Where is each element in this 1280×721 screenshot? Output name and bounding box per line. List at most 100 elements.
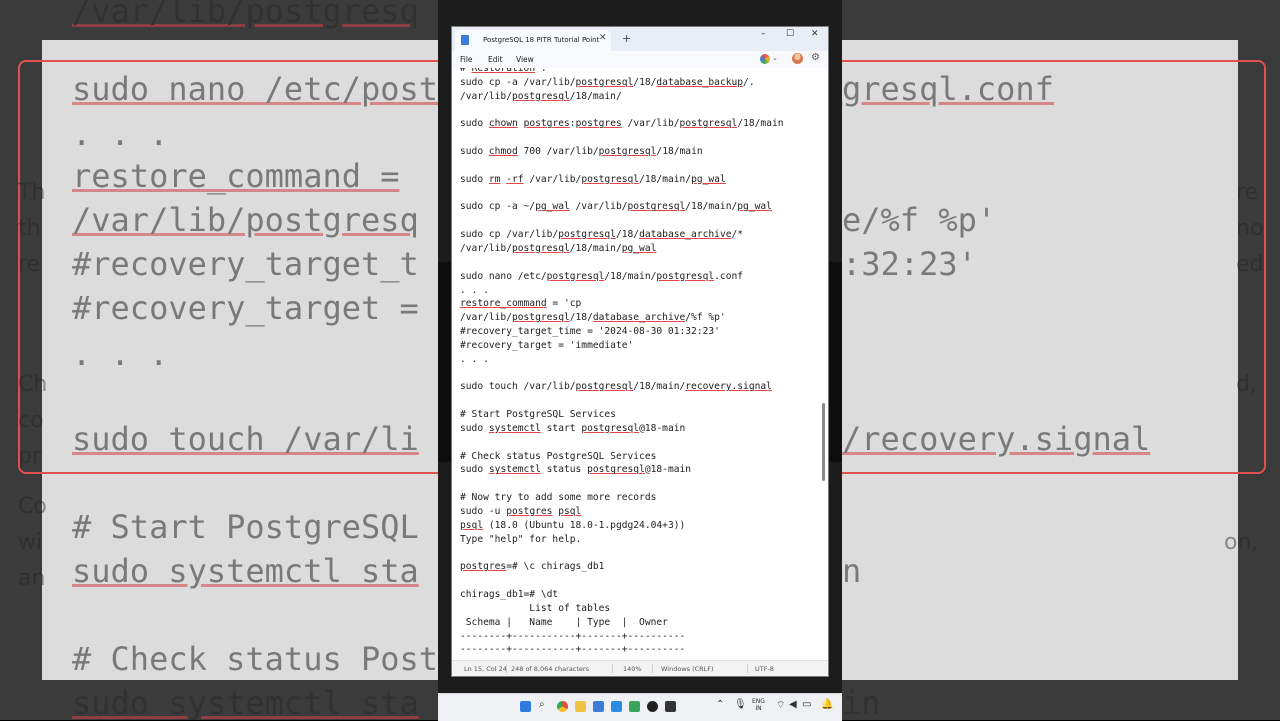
editor-line[interactable]: ​	[460, 256, 784, 270]
bg-code-line: sudo touch /var/li	[72, 420, 419, 458]
bg-code-line: #recovery_target =	[72, 289, 419, 327]
volume-icon[interactable]: ◀	[789, 699, 797, 710]
editor-line[interactable]: ​	[460, 214, 784, 228]
file-explorer-icon[interactable]	[575, 701, 586, 712]
editor-line[interactable]: /var/lib/postgresql/18/main/	[460, 90, 784, 104]
editor-line[interactable]: sudo -u postgres psql	[460, 505, 784, 519]
chrome-icon[interactable]	[557, 701, 568, 712]
editor-line[interactable]: . . .	[460, 353, 784, 367]
minimize-icon[interactable]: –	[761, 29, 766, 39]
bg-text-fragment: on,	[1224, 530, 1259, 555]
menu-view[interactable]: View	[516, 55, 534, 64]
menu-file[interactable]: File	[460, 55, 473, 64]
editor-line[interactable]: ​	[460, 477, 784, 491]
bg-code-fragment: e/%f %p'	[842, 201, 997, 239]
editor-line[interactable]: Schema | Name | Type | Owner	[460, 616, 784, 630]
new-tab-icon[interactable]: +	[622, 32, 631, 45]
start-button-icon[interactable]	[520, 701, 531, 712]
terminal-icon[interactable]	[665, 701, 676, 712]
editor-line[interactable]: sudo cp -a ~/pg_wal /var/lib/postgresql/…	[460, 200, 784, 214]
line-ending[interactable]: Windows (CRLF)	[661, 665, 714, 673]
bg-code-line: # Start PostgreSQL	[72, 508, 419, 546]
notification-bell-icon[interactable]: 🔔	[821, 699, 833, 710]
editor-line[interactable]: ​	[460, 367, 784, 381]
editor-line[interactable]: Type "help" for help.	[460, 533, 784, 547]
chevron-down-icon[interactable]: ⌄	[772, 54, 778, 62]
app-icon[interactable]	[629, 701, 640, 712]
bg-text-fragment: d,	[1236, 372, 1257, 397]
editor-line[interactable]: sudo cp -a /var/lib/postgresql/18/databa…	[460, 76, 784, 90]
editor-line[interactable]: psql (18.0 (Ubuntu 18.0-1.pgdg24.04+3))	[460, 519, 784, 533]
editor-line[interactable]: sudo chown postgres:postgres /var/lib/po…	[460, 117, 784, 131]
editor-line[interactable]: ​	[460, 436, 784, 450]
editor-line[interactable]: #recovery_target = 'immediate'	[460, 339, 784, 353]
editor-line[interactable]: /var/lib/postgresql/18/main/pg_wal	[460, 242, 784, 256]
title-bar[interactable]: PostgreSQL 18 PITR Tutorial Point ✕ + – …	[452, 27, 828, 51]
bg-text-fragment: wi	[18, 530, 43, 555]
editor-line[interactable]: sudo rm -rf /var/lib/postgresql/18/main/…	[460, 173, 784, 187]
wifi-icon[interactable]: ⌔	[776, 699, 785, 712]
microphone-icon[interactable]: 🎙	[734, 699, 747, 710]
tab-document[interactable]: PostgreSQL 18 PITR Tutorial Point ✕	[455, 30, 611, 51]
editor-line[interactable]: ​	[460, 104, 784, 118]
editor-line[interactable]: sudo chmod 700 /var/lib/postgresql/18/ma…	[460, 145, 784, 159]
bg-text-fragment: no	[1236, 216, 1264, 241]
bg-text-fragment: pr	[18, 444, 42, 469]
character-count: 248 of 8,064 characters	[511, 665, 589, 673]
bg-text-fragment: Co	[18, 494, 47, 519]
menu-bar: File Edit View ⌄ ⚙	[452, 51, 828, 68]
editor-content[interactable]: # Restoration : sudo cp -a /var/lib/postg…	[460, 68, 784, 657]
editor-line[interactable]: # Start PostgreSQL Services	[460, 408, 784, 422]
editor-line[interactable]: --------+-----------+-------+----------	[460, 630, 784, 644]
bg-text-fragment: Th	[18, 180, 46, 205]
editor-line[interactable]: #recovery_target_time = '2024-08-30 01:3…	[460, 325, 784, 339]
editor-line[interactable]: sudo touch /var/lib/postgresql/18/main/r…	[460, 380, 784, 394]
avatar[interactable]	[792, 53, 803, 64]
editor-line[interactable]: ​	[460, 547, 784, 561]
editor-line[interactable]: . . .	[460, 284, 784, 298]
editor-line[interactable]: sudo cp /var/lib/postgresql/18/database_…	[460, 228, 784, 242]
editor-line[interactable]: ​	[460, 131, 784, 145]
status-divider	[612, 664, 613, 673]
language-indicator[interactable]: ENG IN	[752, 698, 765, 712]
editor-line[interactable]: # Now try to add some more records	[460, 491, 784, 505]
tab-close-icon[interactable]: ✕	[599, 33, 607, 43]
vertical-scrollbar[interactable]	[822, 403, 825, 481]
editor-line[interactable]: --------+-----------+-------+----------	[460, 643, 784, 657]
zoom-level[interactable]: 140%	[623, 665, 642, 673]
editor-line[interactable]: # Check status PostgreSQL Services	[460, 450, 784, 464]
editor-line[interactable]: ​	[460, 574, 784, 588]
editor-line[interactable]: sudo systemctl status postgresql@18-main	[460, 463, 784, 477]
gear-icon[interactable]: ⚙	[811, 52, 820, 63]
close-window-icon[interactable]: ✕	[811, 29, 819, 39]
bg-code-fragment: in	[842, 684, 881, 720]
editor-line[interactable]: /var/lib/postgresql/18/database_archive/…	[460, 311, 784, 325]
notepad-taskbar-icon[interactable]	[593, 701, 604, 712]
bg-code-line: /var/lib/postgresq	[72, 201, 419, 239]
vscode-icon[interactable]	[611, 701, 622, 712]
editor-line[interactable]: sudo systemctl start postgresql@18-main	[460, 422, 784, 436]
obs-icon[interactable]	[647, 701, 658, 712]
editor-line[interactable]: List of tables	[460, 602, 784, 616]
editor-line[interactable]: # Restoration :	[460, 68, 784, 76]
battery-icon[interactable]: ▭	[802, 699, 811, 710]
editor-line[interactable]: ​	[460, 159, 784, 173]
status-divider	[652, 664, 653, 673]
editor-line[interactable]: sudo nano /etc/postgresql/18/main/postgr…	[460, 270, 784, 284]
editor-line[interactable]: chirags_db1=# \dt	[460, 588, 784, 602]
encoding[interactable]: UTF-8	[755, 665, 774, 673]
bg-code-line: /var/lib/postgresq	[72, 0, 419, 30]
editor-line[interactable]: ​	[460, 187, 784, 201]
menu-edit[interactable]: Edit	[488, 55, 503, 64]
chevron-up-icon[interactable]: ⌃	[716, 699, 724, 710]
editor-line[interactable]: restore_command = 'cp	[460, 297, 784, 311]
notepad-window: PostgreSQL 18 PITR Tutorial Point ✕ + – …	[451, 26, 829, 677]
editor-line[interactable]: postgres=# \c chirags_db1	[460, 560, 784, 574]
editor-line[interactable]: ​	[460, 394, 784, 408]
text-editor[interactable]: # Restoration : sudo cp -a /var/lib/postg…	[452, 68, 828, 660]
maximize-icon[interactable]: ☐	[786, 29, 794, 39]
bg-text-fragment: ed	[1236, 252, 1264, 277]
search-icon[interactable]: ⌕	[539, 699, 545, 710]
copilot-icon[interactable]	[760, 54, 770, 64]
bg-text-fragment: th	[18, 216, 41, 241]
